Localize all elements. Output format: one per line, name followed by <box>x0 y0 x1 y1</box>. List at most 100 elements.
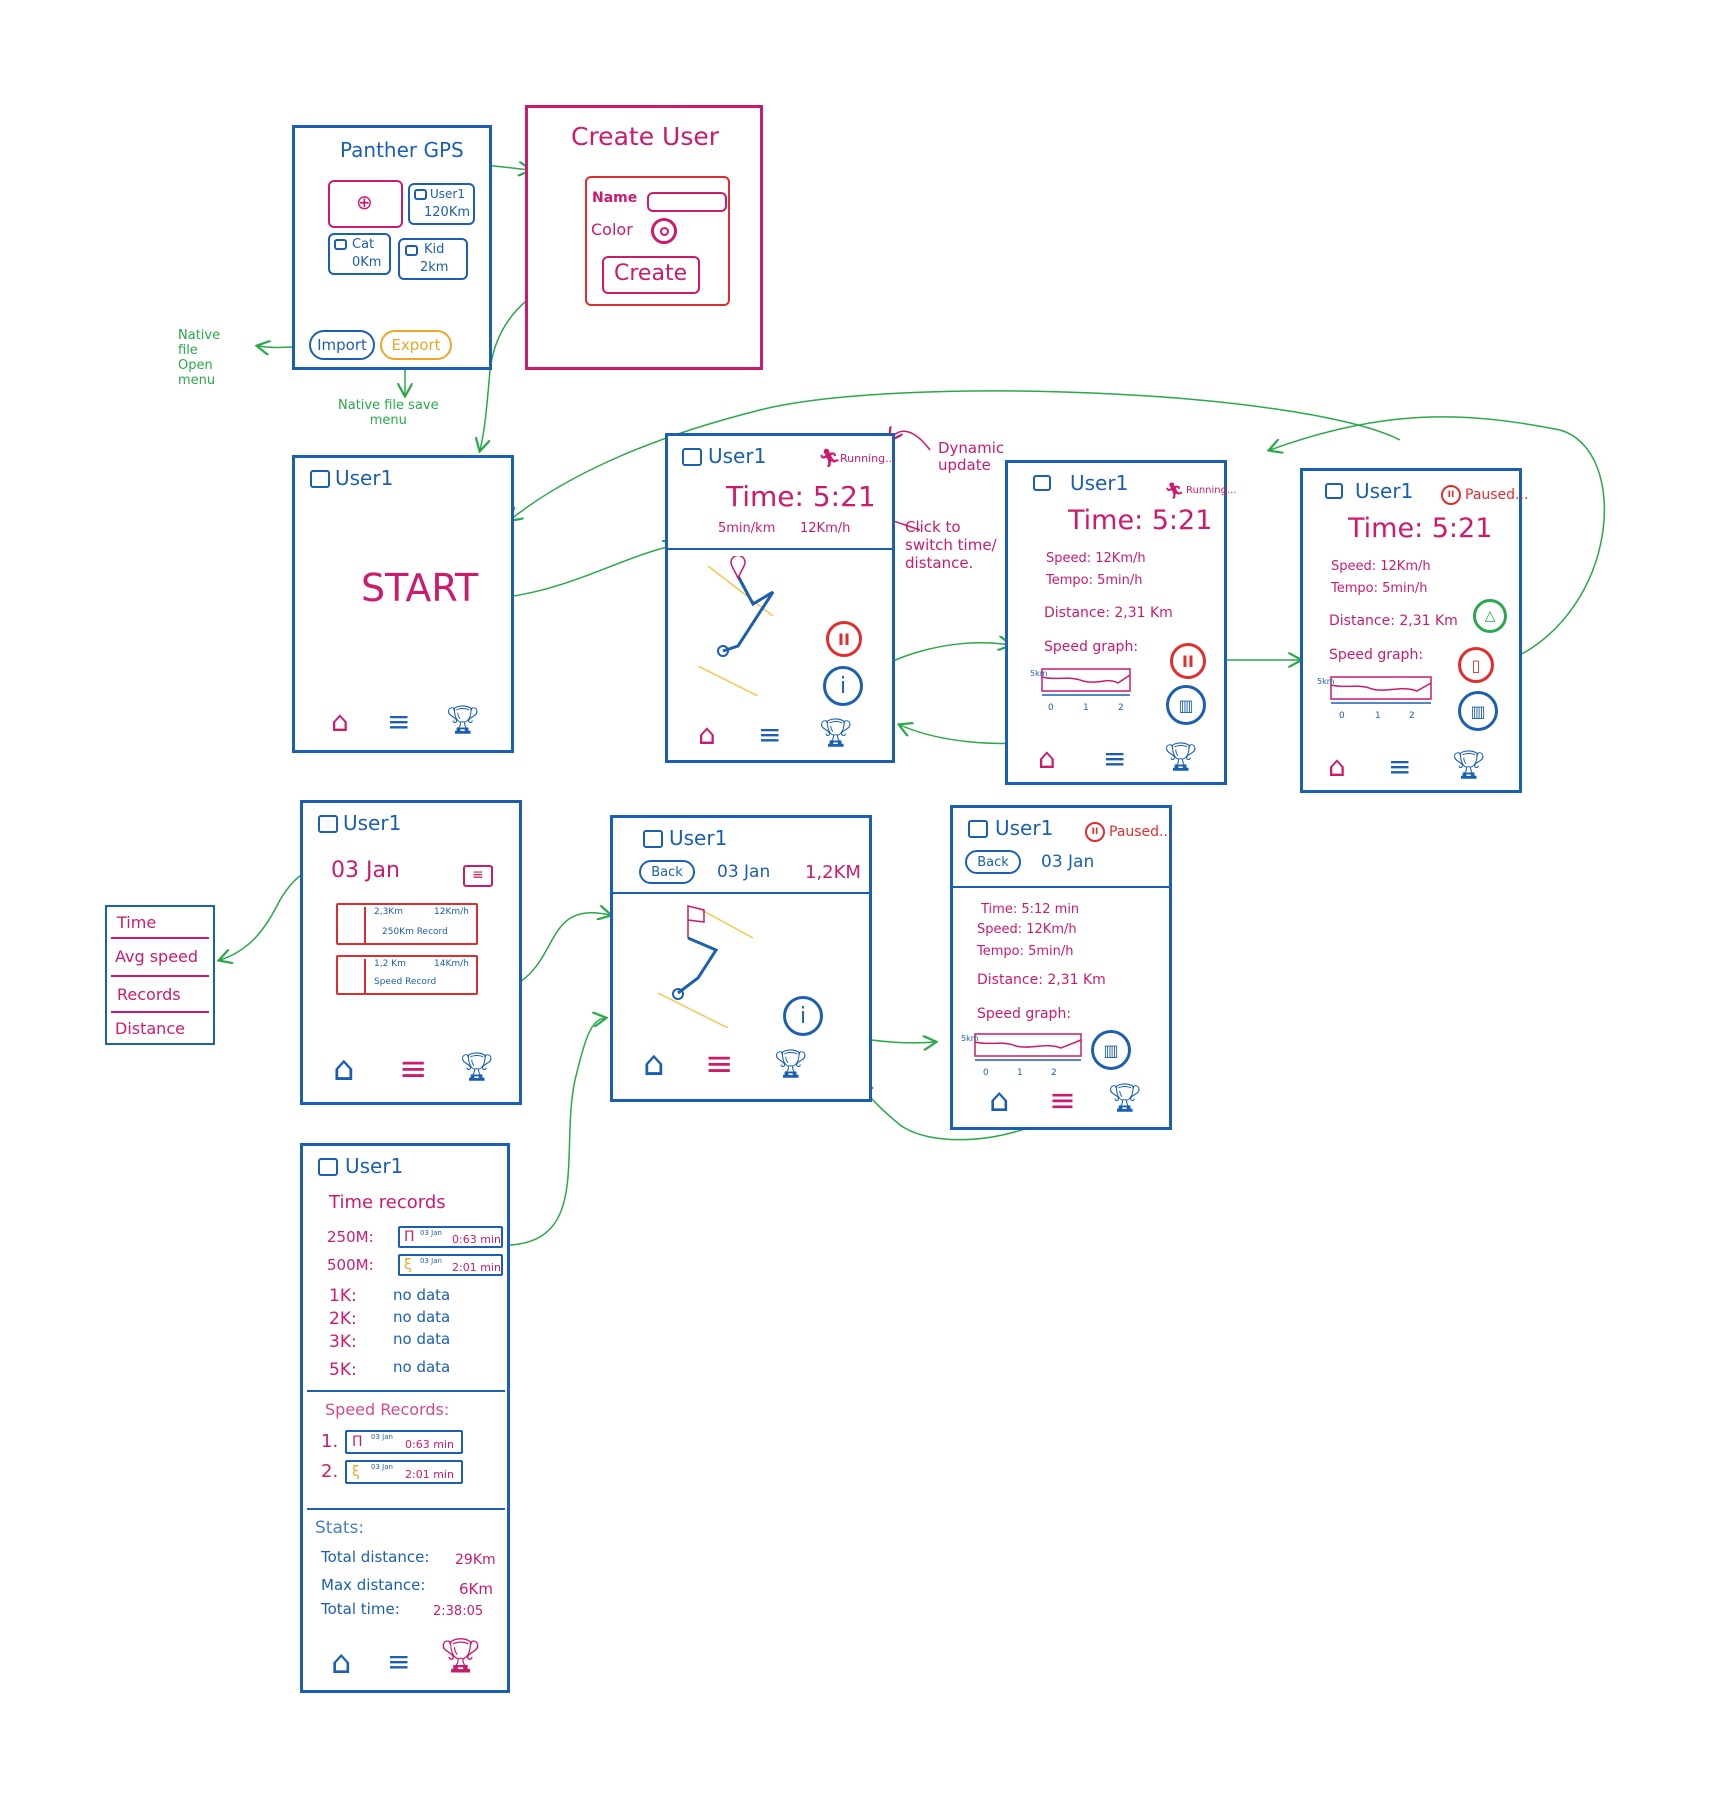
home-icon[interactable]: ⌂ <box>698 721 716 749</box>
run-color-bar <box>364 907 366 943</box>
map-button[interactable]: ▥ <box>1091 1030 1131 1070</box>
user-avatar-icon <box>318 1158 338 1176</box>
sort-option-time[interactable]: Time <box>117 913 156 932</box>
trophy-icon[interactable]: 🏆︎ <box>459 1053 495 1081</box>
native-open-note: Native file Open menu <box>178 328 221 388</box>
user-avatar-icon <box>968 820 988 838</box>
back-label: Back <box>977 854 1009 870</box>
trophy-icon[interactable]: 🏆︎ <box>773 1050 809 1078</box>
home-icon[interactable]: ⌂ <box>643 1047 665 1081</box>
user-tile-kid[interactable]: Kid 2km <box>398 238 468 280</box>
history-icon[interactable]: ≡ <box>387 1648 410 1676</box>
map-button[interactable]: ▥ <box>1458 691 1498 731</box>
speed-graph-label: Speed graph: <box>1329 647 1424 663</box>
home-icon[interactable]: ⌂ <box>989 1084 1009 1116</box>
history-icon[interactable]: ≡ <box>1049 1084 1076 1116</box>
start-button[interactable]: START <box>361 566 478 610</box>
history-icon[interactable]: ≡ <box>758 721 781 749</box>
graph-tick-0: 0 <box>1339 711 1345 721</box>
divider <box>668 548 892 550</box>
cat-avatar-icon <box>334 239 347 250</box>
tempo-line: Tempo: 5min/h <box>1331 581 1428 596</box>
time-records-title: Time records <box>329 1192 446 1213</box>
run-distance: 1,2 Km <box>374 959 406 969</box>
record-label: 1K: <box>329 1286 357 1306</box>
pause-button[interactable]: II <box>1170 643 1206 679</box>
run-item[interactable]: 2,3Km 12Km/h 250Km Record <box>336 903 478 945</box>
sort-option-avg-speed[interactable]: Avg speed <box>115 947 198 966</box>
trophy-icon[interactable]: 🏆︎ <box>439 1639 482 1673</box>
back-button[interactable]: Back <box>965 850 1021 874</box>
user-tile-distance: 0Km <box>352 255 382 270</box>
sort-option-distance[interactable]: Distance <box>115 1019 185 1038</box>
distance-line: Distance: 2,31 Km <box>977 972 1106 988</box>
divider <box>307 1390 505 1392</box>
status-text: Paused... <box>1465 487 1529 503</box>
record-date: 03 Jan <box>420 1257 442 1265</box>
history-icon[interactable]: ≡ <box>387 708 410 736</box>
runner-icon: 🏃︎ <box>1164 481 1185 500</box>
pause-button[interactable]: II <box>826 621 862 657</box>
play-icon: △ <box>1484 608 1496 624</box>
trophy-icon[interactable]: 🏆︎ <box>1451 751 1487 779</box>
start-screen: User1 START ⌂ ≡ 🏆︎ <box>292 455 514 753</box>
home-icon[interactable]: ⌂ <box>1328 753 1346 781</box>
record-run-marker-icon: ξ <box>352 1464 360 1480</box>
create-button[interactable]: Create <box>602 256 700 294</box>
stat-label: Max distance: <box>321 1576 426 1594</box>
record-item[interactable]: Π 03 Jan 0:63 min <box>398 1226 503 1248</box>
sort-option-records[interactable]: Records <box>117 985 181 1004</box>
color-picker-icon[interactable] <box>651 218 677 244</box>
app-title: Panther GPS <box>340 138 464 162</box>
export-label: Export <box>391 336 441 354</box>
user-name: User1 <box>995 816 1054 840</box>
graph-tick-1: 1 <box>1083 703 1089 713</box>
history-icon[interactable]: ≡ <box>1103 745 1126 773</box>
user-avatar-icon <box>643 830 663 848</box>
click-switch-note: Click to switch time/ distance. <box>905 518 997 572</box>
stop-button[interactable]: ▯ <box>1458 647 1494 683</box>
speed-record-item[interactable]: Π 03 Jan 0:63 min <box>345 1430 463 1454</box>
sort-button[interactable]: ≡ <box>463 865 493 887</box>
user-name: User1 <box>708 444 767 468</box>
home-icon[interactable]: ⌂ <box>331 708 349 736</box>
time-display[interactable]: Time: 5:21 <box>726 480 876 513</box>
history-icon[interactable]: ≡ <box>399 1052 428 1086</box>
run-item[interactable]: 1,2 Km 14Km/h Speed Record <box>336 955 478 995</box>
stat-value: 6Km <box>459 1580 493 1598</box>
graph-tick-2: 2 <box>1118 703 1124 713</box>
detail-distance: 1,2KM <box>805 862 861 883</box>
status-text: Running... <box>840 452 896 465</box>
home-icon[interactable]: ⌂ <box>331 1646 351 1678</box>
add-user-tile[interactable]: ⊕ <box>328 180 403 228</box>
trophy-icon[interactable]: 🏆︎ <box>1163 743 1199 771</box>
export-button[interactable]: Export <box>380 330 452 360</box>
user-tile-cat[interactable]: Cat 0Km <box>328 233 391 275</box>
plus-icon: ⊕ <box>356 190 373 214</box>
info-button[interactable]: i <box>783 996 823 1036</box>
map-button[interactable]: ▥ <box>1166 685 1206 725</box>
speed-record-item[interactable]: ξ 03 Jan 2:01 min <box>345 1460 463 1484</box>
resume-button[interactable]: △ <box>1473 599 1507 633</box>
run-record: Speed Record <box>374 977 437 987</box>
divider <box>307 1508 505 1510</box>
back-button[interactable]: Back <box>639 860 695 884</box>
record-run-marker-icon: Π <box>352 1434 363 1450</box>
trophy-icon[interactable]: 🏆︎ <box>818 719 854 747</box>
history-icon[interactable]: ≡ <box>705 1047 734 1081</box>
paused-indicator-icon: II <box>1085 822 1105 842</box>
name-input[interactable] <box>647 192 727 212</box>
record-value: 2:01 min <box>452 1261 501 1274</box>
history-icon[interactable]: ≡ <box>1388 753 1411 781</box>
record-item[interactable]: ξ 03 Jan 2:01 min <box>398 1254 503 1276</box>
time-display[interactable]: Time: 5:21 <box>1348 513 1492 544</box>
trophy-icon[interactable]: 🏆︎ <box>445 706 481 734</box>
info-button[interactable]: i <box>823 666 863 706</box>
time-display[interactable]: Time: 5:21 <box>1068 505 1212 536</box>
user-tile-user1[interactable]: User1 120Km <box>408 183 475 225</box>
speed-records-title: Speed Records: <box>325 1400 450 1419</box>
trophy-icon[interactable]: 🏆︎ <box>1107 1084 1143 1112</box>
home-icon[interactable]: ⌂ <box>333 1052 355 1086</box>
import-button[interactable]: Import <box>309 330 375 360</box>
home-icon[interactable]: ⌂ <box>1038 745 1056 773</box>
